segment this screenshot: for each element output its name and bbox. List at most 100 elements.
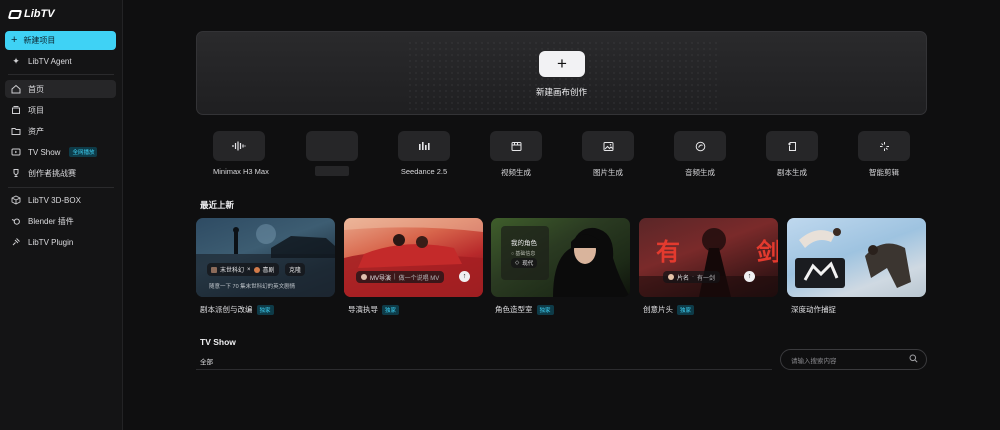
tool-label: 智能剪辑 <box>869 168 899 177</box>
panel-title: 我的角色 <box>511 240 537 247</box>
search-input[interactable]: 请输入搜索内容 <box>780 349 927 370</box>
libtv-logo[interactable]: LibTV <box>7 8 55 20</box>
exclusive-badge: 独家 <box>382 304 400 315</box>
tool-seedance[interactable]: Seedance 2.5 <box>398 131 450 176</box>
sidebar-item-tv-show[interactable]: TV Show 全网播放 <box>5 143 116 161</box>
chip-label: MV导演 <box>370 275 392 282</box>
logo-text: LibTV <box>24 8 55 20</box>
sidebar-item-label: 创作者挑战赛 <box>28 168 76 178</box>
exclusive-badge: 独家 <box>256 304 274 315</box>
tool-video-generation[interactable]: 视频生成 <box>490 131 542 178</box>
card-caption: 创意片头 独家 <box>643 304 695 315</box>
tool-script-generation[interactable]: 剧本生成 <box>766 131 818 178</box>
clone-chip[interactable]: 克隆 <box>285 263 306 276</box>
exclusive-badge: 独家 <box>536 304 554 315</box>
folder-icon <box>11 126 21 136</box>
card-director[interactable]: MV导演 | 做一个说唱 MV ↑ <box>344 218 483 297</box>
sidebar-item-label: LibTV 3D-BOX <box>28 195 81 205</box>
arrow-up-icon[interactable]: ↑ <box>459 271 470 282</box>
status-badge: 全网播放 <box>69 147 98 157</box>
card-character-studio[interactable]: 我的角色 ○ 基础信息 ◇ 现代 <box>491 218 630 297</box>
style-chip[interactable]: ◇ 现代 <box>511 258 538 268</box>
card-caption: 导演执导 独家 <box>348 304 400 315</box>
sidebar-item-label: LibTV Plugin <box>28 237 74 247</box>
cube-icon <box>11 195 21 205</box>
new-project-label: 新建项目 <box>23 36 56 45</box>
card-caption: 剧本派创与改编 独家 <box>200 304 274 315</box>
tool-label: Minimax H3 Max <box>213 167 269 176</box>
tool-label: 音频生成 <box>685 168 715 177</box>
arrow-up-icon[interactable]: ↑ <box>744 271 755 282</box>
tool-label: Seedance 2.5 <box>400 167 448 176</box>
card-script-adaptation[interactable]: 末世科幻 × 喜剧 克隆 随意一下 70 集末世科幻的英文剧情 <box>196 218 335 297</box>
sidebar-item-libtv-plugin[interactable]: LibTV Plugin <box>5 233 116 251</box>
tool-label: 图片生成 <box>593 168 623 177</box>
tool-smart-edit[interactable]: 智能剪辑 <box>858 131 910 178</box>
card-motion-capture[interactable] <box>787 218 926 297</box>
tag-icon: ◇ <box>515 260 520 266</box>
audio-icon <box>674 131 726 161</box>
chip-sublabel: 有一剑 <box>697 275 716 282</box>
tool-minimax[interactable]: Minimax H3 Max <box>213 131 269 176</box>
caption-text: 剧本派创与改编 <box>200 305 253 314</box>
chip-separator: | <box>394 274 396 280</box>
sidebar-item-home[interactable]: 首页 <box>5 80 116 98</box>
cut-icon <box>858 131 910 161</box>
sidebar-item-assets[interactable]: 资产 <box>5 122 116 140</box>
director-chip[interactable]: MV导演 | 做一个说唱 MV <box>356 271 445 283</box>
caption-text: 深度动作捕捉 <box>791 305 836 314</box>
placeholder-label <box>315 166 349 176</box>
search-placeholder: 请输入搜索内容 <box>791 357 837 365</box>
new-project-button[interactable]: + 新建项目 <box>5 31 116 50</box>
chip-label: 末世科幻 <box>220 268 245 274</box>
thumbnail-icon <box>211 266 217 273</box>
image-icon <box>582 131 634 161</box>
sidebar-item-libtv-agent[interactable]: ✦ LibTV Agent <box>5 52 116 70</box>
card-artwork <box>795 228 911 288</box>
sidebar-item-label: 项目 <box>28 105 44 115</box>
section-title-tv-show: TV Show <box>200 337 236 347</box>
sidebar-item-label: Blender 插件 <box>28 216 74 226</box>
sidebar-divider <box>8 187 114 188</box>
sidebar-item-3d-box[interactable]: LibTV 3D-BOX <box>5 191 116 209</box>
video-icon <box>490 131 542 161</box>
chip-sublabel: 做一个说唱 MV <box>398 275 440 282</box>
exclusive-badge: 独家 <box>677 304 695 315</box>
title-artwork: 有 剑 <box>656 237 778 266</box>
sidebar-item-label: 首页 <box>28 84 44 94</box>
title-chip[interactable]: 片名 · 有一剑 <box>663 271 721 283</box>
sidebar-item-creator-challenge[interactable]: 创作者挑战赛 <box>5 164 116 182</box>
tool-audio-generation[interactable]: 音频生成 <box>674 131 726 178</box>
new-canvas-button[interactable]: + <box>539 51 585 77</box>
plus-icon: + <box>11 34 18 46</box>
thumbnail-icon <box>253 266 260 273</box>
new-canvas-label: 新建画布创作 <box>535 87 587 97</box>
times-icon: × <box>247 266 251 273</box>
panel-row-label: 基础信息 <box>515 251 536 257</box>
sidebar-item-projects[interactable]: 项目 <box>5 101 116 119</box>
sparkle-icon: ✦ <box>12 55 20 66</box>
caption-text: 角色造型室 <box>495 305 533 314</box>
new-canvas-banner[interactable]: + 新建画布创作 <box>196 31 927 115</box>
sidebar: LibTV + 新建项目 ✦ LibTV Agent 首页 项目 资产 TV S… <box>0 0 123 430</box>
genre-chip[interactable]: 末世科幻 × 喜剧 <box>207 263 279 276</box>
tool-placeholder[interactable] <box>306 131 358 176</box>
caption-text: 创意片头 <box>643 305 673 314</box>
tab-all[interactable]: 全部 <box>200 356 213 366</box>
blender-icon <box>11 216 21 226</box>
card-creative-opening[interactable]: 有 剑 片名 · 有一剑 ↑ <box>639 218 778 297</box>
avatar <box>361 274 367 280</box>
sidebar-item-label: TV Show <box>28 147 61 157</box>
chip-label: 片名 <box>677 275 690 282</box>
tool-label: 剧本生成 <box>777 168 807 177</box>
card-caption: 深度动作捕捉 <box>791 304 836 315</box>
section-title-recent: 最近上新 <box>200 200 235 210</box>
chip-label: 喜剧 <box>262 268 275 274</box>
sidebar-item-blender-plugin[interactable]: Blender 插件 <box>5 212 116 230</box>
tool-image-generation[interactable]: 图片生成 <box>582 131 634 178</box>
logo-icon <box>7 9 23 19</box>
card-caption: 角色造型室 独家 <box>495 304 554 315</box>
chip-separator: · <box>692 274 695 280</box>
character-panel: 我的角色 ○ 基础信息 ◇ 现代 <box>501 226 549 280</box>
placeholder-tile <box>306 131 358 161</box>
